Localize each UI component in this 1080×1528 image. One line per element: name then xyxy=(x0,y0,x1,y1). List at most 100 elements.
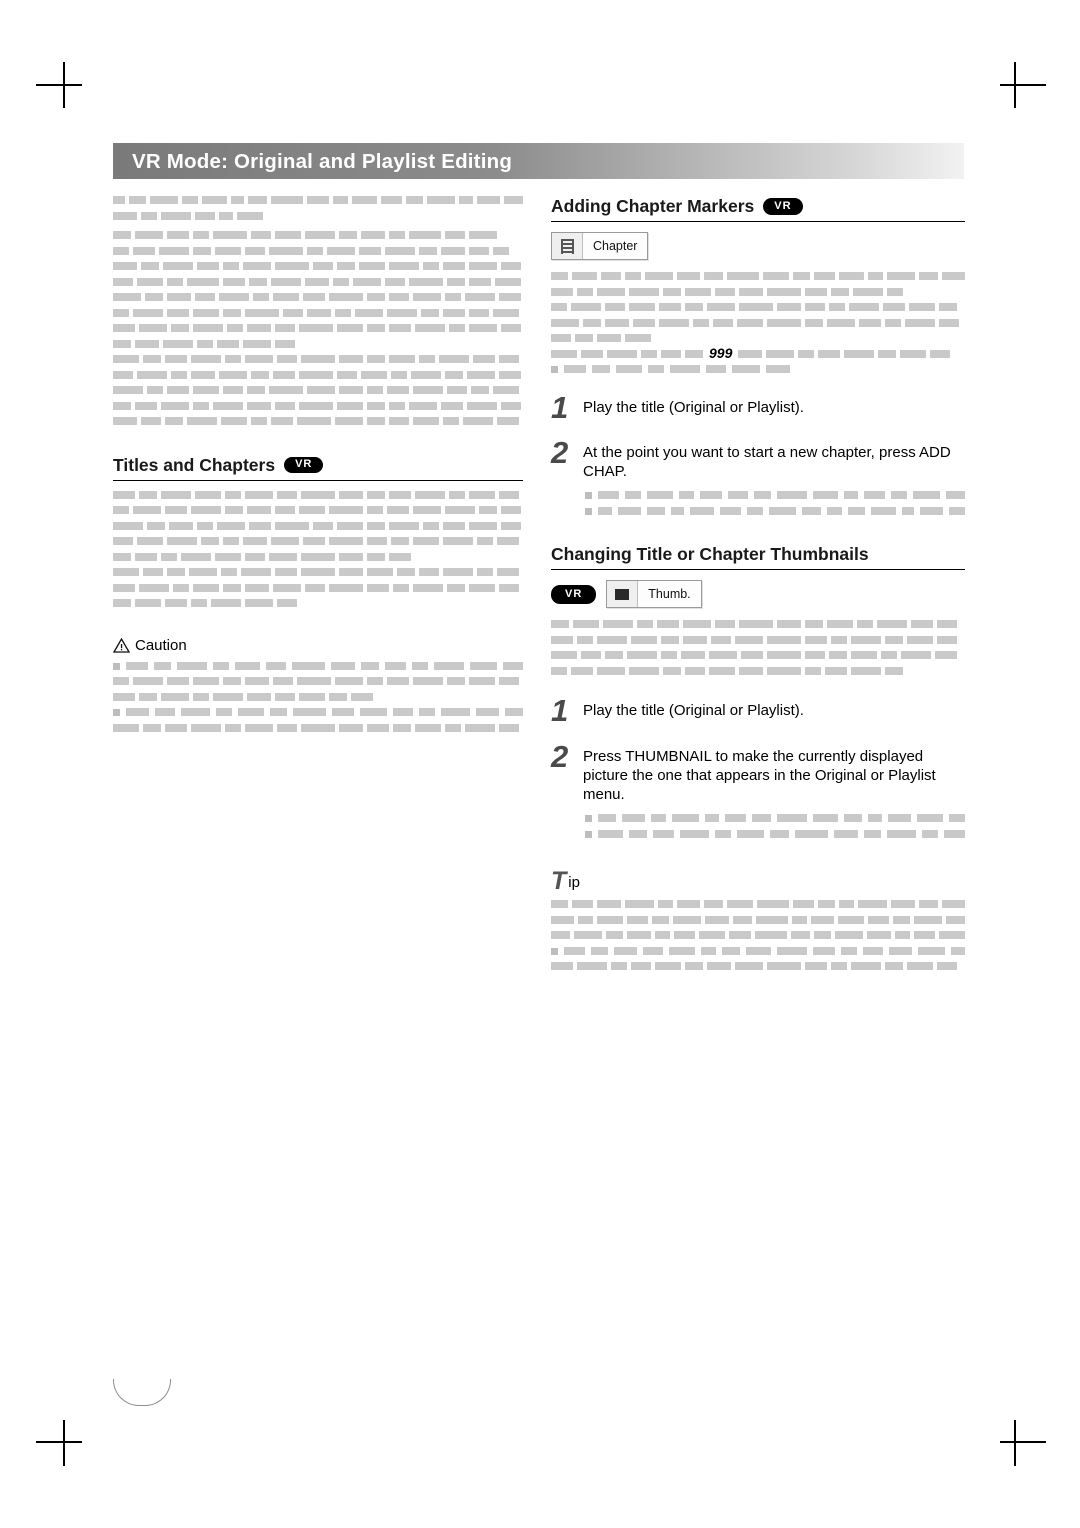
inline-999-mark: 999 xyxy=(709,344,733,361)
body-text-word xyxy=(367,537,387,545)
body-text-word xyxy=(473,355,495,363)
body-text-word xyxy=(657,620,679,629)
body-text-word xyxy=(814,272,836,280)
body-text-word xyxy=(475,708,500,716)
body-text-word xyxy=(113,231,131,239)
body-text-word xyxy=(445,506,475,514)
page-number-tab xyxy=(113,1379,171,1406)
body-text-word xyxy=(551,635,573,644)
body-text-word xyxy=(329,537,363,545)
body-text-word xyxy=(945,491,965,500)
body-text-word xyxy=(113,355,139,363)
body-text-word xyxy=(581,349,603,358)
body-text-word xyxy=(469,661,498,670)
body-text-word xyxy=(805,962,827,971)
body-text-word xyxy=(766,365,790,373)
body-text-word xyxy=(681,651,705,660)
body-text-word xyxy=(445,293,461,301)
step-text: Play the title (Original or Playlist). xyxy=(583,702,804,720)
bullet-square-icon xyxy=(585,507,592,515)
body-text-word xyxy=(367,568,393,576)
body-text-word xyxy=(387,386,409,394)
body-text-word xyxy=(777,814,808,823)
body-text-word xyxy=(885,635,903,644)
body-text-word xyxy=(443,537,473,545)
section-adding-chapter-markers: Adding Chapter Markers VR xyxy=(551,196,965,222)
body-text-word xyxy=(637,620,653,629)
body-text-word xyxy=(423,262,439,270)
body-text-word xyxy=(332,708,354,716)
bullet-square-icon xyxy=(585,492,592,500)
body-text-word xyxy=(652,829,675,838)
body-text-word xyxy=(238,708,264,716)
body-text-word xyxy=(434,661,464,670)
bullet-square-icon xyxy=(585,830,592,838)
crop-mark-right-edge xyxy=(1000,84,1046,86)
body-text-word xyxy=(767,962,801,971)
body-text-word xyxy=(133,246,155,255)
body-text-word xyxy=(844,349,875,358)
body-text-word xyxy=(603,620,633,629)
body-text-word xyxy=(939,303,957,311)
body-text-word xyxy=(916,814,944,823)
body-text-word xyxy=(169,521,193,530)
body-text-word xyxy=(907,635,933,644)
body-text-word xyxy=(409,231,441,239)
body-text-word xyxy=(303,537,325,545)
body-text-word xyxy=(767,318,801,327)
body-text-word xyxy=(201,196,227,204)
body-text-word xyxy=(501,506,521,514)
body-text-word xyxy=(335,308,351,317)
body-text-word xyxy=(163,262,193,270)
body-text-word xyxy=(493,386,519,394)
body-text-line xyxy=(113,661,523,670)
body-text-line xyxy=(113,568,523,576)
body-text-word xyxy=(389,552,411,561)
body-text-word xyxy=(439,355,469,363)
body-text-word xyxy=(890,900,916,909)
body-text-word xyxy=(113,506,129,514)
body-text-word xyxy=(213,401,243,410)
body-text-word xyxy=(827,620,853,629)
body-text-word xyxy=(307,246,323,255)
body-text-word xyxy=(805,635,827,644)
body-text-word xyxy=(147,521,165,530)
body-text-word xyxy=(699,491,723,500)
step-number: 2 xyxy=(551,738,569,774)
body-text-word xyxy=(249,521,271,530)
body-text-word xyxy=(479,506,497,514)
body-text-word xyxy=(465,723,495,732)
body-text-word xyxy=(248,196,267,204)
body-text-word xyxy=(469,231,497,239)
body-text-word xyxy=(769,829,790,838)
body-text-word xyxy=(499,723,519,732)
body-text-word xyxy=(715,829,731,838)
body-text-word xyxy=(191,599,207,607)
body-text-word xyxy=(223,537,239,545)
body-text-word xyxy=(161,490,191,499)
body-text-word xyxy=(413,677,443,685)
body-text-word xyxy=(847,506,866,515)
body-text-word xyxy=(447,583,465,592)
body-text-word xyxy=(389,401,405,410)
body-text-word xyxy=(607,349,637,358)
body-text-word xyxy=(499,583,519,592)
body-text-word xyxy=(167,386,189,394)
body-text-word xyxy=(147,386,163,394)
body-text-word xyxy=(135,339,159,348)
step-text: At the point you want to start a new cha… xyxy=(583,443,951,481)
body-text-word xyxy=(501,324,521,332)
body-text-word xyxy=(301,490,335,499)
body-text-word xyxy=(895,931,911,940)
body-text-word xyxy=(217,339,239,348)
body-text-word xyxy=(313,262,333,270)
body-text-word xyxy=(443,568,473,576)
body-text-word xyxy=(605,651,623,660)
body-text-word xyxy=(573,620,599,629)
body-text-line xyxy=(551,666,965,675)
crop-mark-left-edge-bottom xyxy=(36,1441,82,1443)
body-text-word xyxy=(777,303,801,311)
titles-and-chapters-body xyxy=(113,490,523,607)
body-text-word xyxy=(577,287,593,296)
body-text-word xyxy=(685,303,703,311)
